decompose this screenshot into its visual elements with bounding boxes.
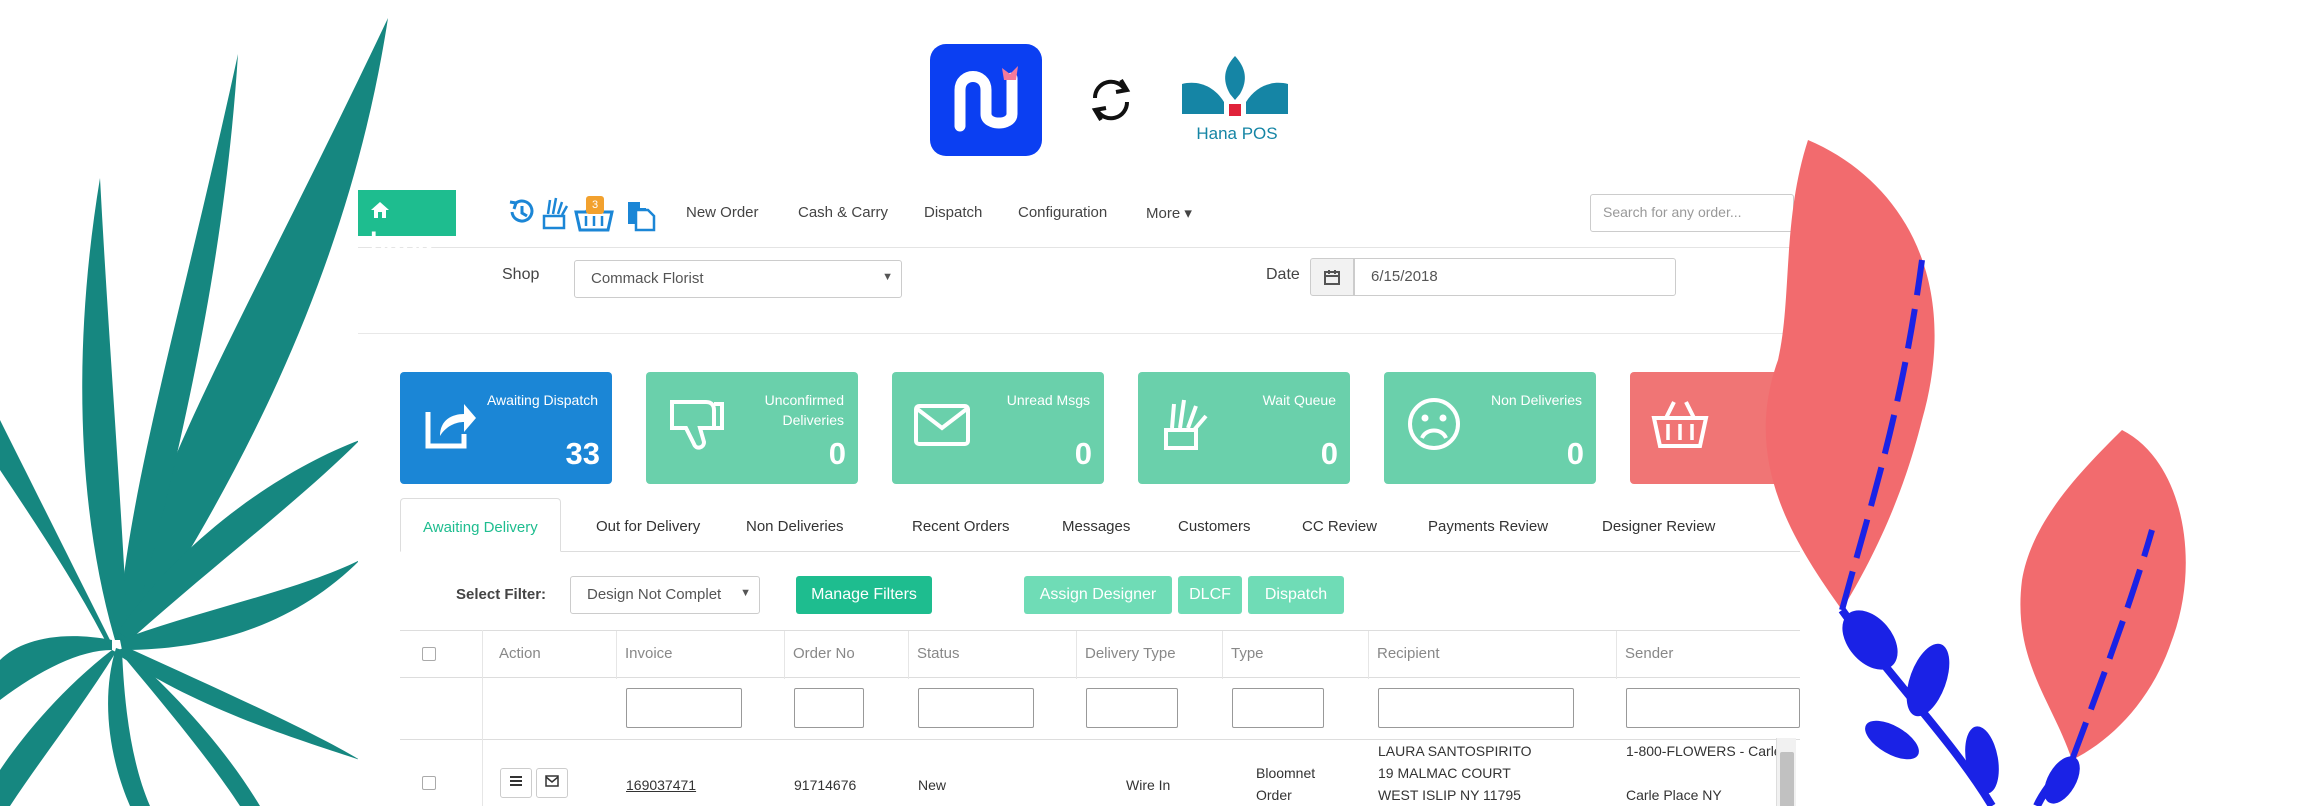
date-input[interactable]: 6/15/2018: [1354, 258, 1676, 296]
order-tabs: Awaiting Delivery Out for Delivery Non D…: [400, 498, 1800, 552]
tab-recent-orders[interactable]: Recent Orders: [912, 498, 1010, 552]
tab-customers[interactable]: Customers: [1178, 498, 1251, 552]
shop-select[interactable]: Commack Florist ▼: [574, 260, 902, 298]
row-order-no: 91714676: [794, 777, 857, 793]
home-brand-button[interactable]: hana: [358, 190, 456, 257]
card-count: 0: [828, 436, 846, 471]
type-filter-input[interactable]: [1232, 688, 1324, 728]
card-count: 0: [1566, 436, 1584, 471]
card-title: Unconfirmed Deliveries: [764, 392, 844, 428]
card-title: Wait Queue: [1262, 392, 1336, 408]
row-type-line1: Bloomnet: [1256, 765, 1316, 781]
recipient-filter-input[interactable]: [1378, 688, 1574, 728]
col-order-no[interactable]: Order No: [784, 631, 908, 679]
row-status: New: [918, 777, 947, 793]
row-delivery-type: Wire In: [1126, 777, 1171, 793]
nav-new-order[interactable]: New Order: [686, 204, 759, 221]
filter-select-value: Design Not Complet: [587, 586, 722, 603]
history-icon[interactable]: [506, 196, 536, 228]
manage-filters-button[interactable]: Manage Filters: [796, 576, 932, 614]
calendar-icon[interactable]: [1310, 258, 1354, 296]
sync-icon: [1091, 78, 1131, 122]
frown-icon: [1408, 398, 1460, 450]
filter-select[interactable]: Design Not Complet ▼: [570, 576, 760, 614]
tab-awaiting-delivery[interactable]: Awaiting Delivery: [400, 498, 561, 552]
row-invoice-link[interactable]: 169037471: [626, 774, 696, 796]
tab-messages[interactable]: Messages: [1062, 498, 1130, 552]
tab-designer-review[interactable]: Designer Review: [1602, 498, 1715, 552]
assign-designer-button[interactable]: Assign Designer: [1024, 576, 1172, 614]
card-unconfirmed-deliveries[interactable]: Unconfirmed Deliveries 0: [646, 372, 858, 484]
row-recipient-line2: 19 MALMAC COURT: [1378, 765, 1511, 781]
col-action: Action: [482, 631, 616, 679]
card-count: 33: [565, 436, 600, 471]
dispatch-button[interactable]: Dispatch: [1248, 576, 1344, 614]
tab-payments-review[interactable]: Payments Review: [1428, 498, 1548, 552]
row-menu-button[interactable]: [500, 768, 532, 798]
shop-date-filter-row: Shop Commack Florist ▼ Date 6/15/2018: [358, 248, 1818, 334]
row-sender-line2: Carle Place NY: [1626, 787, 1722, 803]
shop-select-value: Commack Florist: [591, 270, 704, 287]
row-checkbox[interactable]: [422, 776, 436, 790]
card-count: 0: [1320, 436, 1338, 471]
card-title: Awaiting Dispatch: [486, 392, 598, 408]
row-type-line2: Order: [1256, 787, 1292, 803]
grid-filter-row: [400, 678, 1800, 740]
wait-queue-icon[interactable]: [540, 196, 570, 230]
row-message-button[interactable]: [536, 768, 568, 798]
col-status[interactable]: Status: [908, 631, 1076, 679]
nav-cash-and-carry[interactable]: Cash & Carry: [798, 204, 888, 221]
col-type[interactable]: Type: [1222, 631, 1368, 679]
top-navbar: hana 3 New Order Cash & Carry Dispatch C…: [358, 178, 1818, 257]
row-recipient-line1: LAURA SANTOSPIRITO: [1378, 743, 1532, 759]
chevron-down-icon: ▼: [882, 271, 893, 283]
decorative-flowers-right: [1765, 140, 2186, 806]
date-label: Date: [1266, 266, 1300, 283]
table-row[interactable]: 169037471 91714676 New Wire In Bloomnet …: [400, 740, 1800, 806]
stack-icon: [1164, 399, 1208, 450]
invoice-filter-input[interactable]: [626, 688, 742, 728]
nu-logo: [930, 44, 1042, 156]
copy-orders-icon[interactable]: [624, 200, 656, 232]
hana-pos-label: Hana POS: [1196, 124, 1278, 143]
nav-dispatch[interactable]: Dispatch: [924, 204, 982, 221]
col-recipient[interactable]: Recipient: [1368, 631, 1616, 679]
nav-more-dropdown[interactable]: More ▾: [1146, 204, 1192, 222]
hana-pos-logo: [1182, 56, 1288, 116]
cart-badge: 3: [586, 196, 604, 214]
delivery-type-filter-input[interactable]: [1086, 688, 1178, 728]
card-awaiting-dispatch[interactable]: Awaiting Dispatch 33: [400, 372, 612, 484]
thumbs-down-icon: [670, 400, 724, 450]
grid-header: Action Invoice Order No Status Delivery …: [400, 630, 1800, 679]
dlcf-button[interactable]: DLCF: [1178, 576, 1242, 614]
select-filter-label: Select Filter:: [456, 586, 547, 603]
tab-non-deliveries[interactable]: Non Deliveries: [746, 498, 844, 552]
envelope-icon: [914, 404, 970, 446]
hana-app-window: hana 3 New Order Cash & Carry Dispatch C…: [358, 178, 1818, 806]
card-unread-msgs[interactable]: Unread Msgs 0: [892, 372, 1104, 484]
nav-configuration[interactable]: Configuration: [1018, 204, 1107, 221]
envelope-icon: [545, 775, 559, 787]
status-filter-input[interactable]: [918, 688, 1034, 728]
menu-icon: [510, 776, 522, 786]
tab-out-for-delivery[interactable]: Out for Delivery: [596, 498, 700, 552]
basket-icon: [1651, 401, 1709, 448]
row-recipient-line3: WEST ISLIP NY 11795: [1378, 787, 1521, 803]
select-all-checkbox[interactable]: [422, 647, 436, 661]
col-invoice[interactable]: Invoice: [616, 631, 784, 679]
card-wait-queue[interactable]: Wait Queue 0: [1138, 372, 1350, 484]
chevron-down-icon: ▼: [740, 587, 751, 599]
filter-toolbar: Select Filter: Design Not Complet ▼ Mana…: [400, 576, 1800, 618]
card-count: 0: [1074, 436, 1092, 471]
shop-label: Shop: [502, 266, 540, 283]
col-delivery-type[interactable]: Delivery Type: [1076, 631, 1222, 679]
card-non-deliveries[interactable]: Non Deliveries 0: [1384, 372, 1596, 484]
tab-cc-review[interactable]: CC Review: [1302, 498, 1377, 552]
share-icon: [425, 404, 476, 449]
orders-grid: Action Invoice Order No Status Delivery …: [400, 630, 1800, 806]
home-icon: [370, 196, 394, 227]
order-no-filter-input[interactable]: [794, 688, 864, 728]
card-title: Unread Msgs: [1006, 392, 1090, 408]
card-title: Non Deliveries: [1490, 392, 1582, 408]
